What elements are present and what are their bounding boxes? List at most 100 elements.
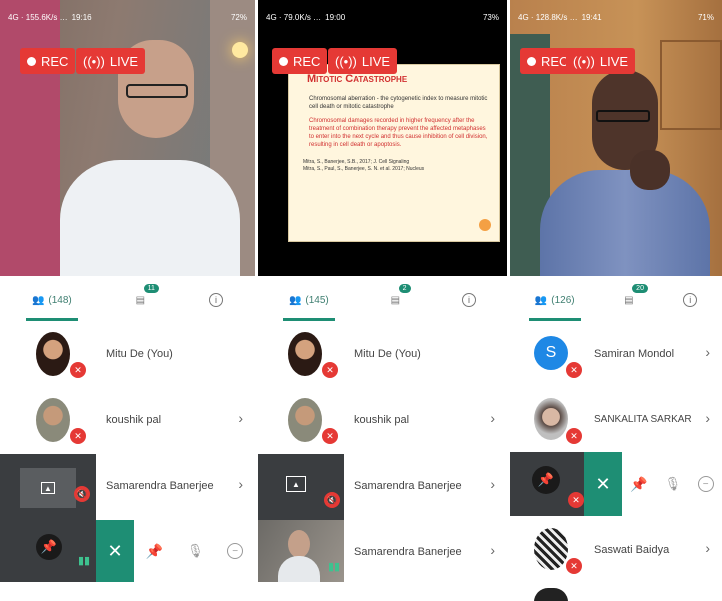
main-video	[0, 0, 255, 276]
glasses	[126, 84, 188, 98]
tab-info[interactable]: i	[456, 279, 482, 321]
screen-share-tile: ▲	[258, 454, 344, 520]
chevron-right-icon[interactable]: ›	[705, 344, 710, 360]
tab-participants[interactable]: 👥 (126)	[528, 279, 581, 321]
remove-button[interactable]: −	[227, 543, 244, 559]
slide-reference: Mitra, S., Paul, S., Banerjee, S. N. et …	[303, 166, 425, 172]
network-speed: 4G · 128.8K/s …	[518, 12, 578, 22]
tab-chat[interactable]: ▤ 11	[130, 279, 159, 321]
chevron-right-icon[interactable]: ›	[705, 410, 710, 426]
pin-icon[interactable]: 📌	[36, 534, 62, 560]
participant-name: Samiran Mondol	[594, 348, 675, 360]
live-icon: ((•))	[83, 53, 105, 69]
mic-off-icon: ✕	[70, 428, 86, 444]
chevron-right-icon[interactable]: ›	[238, 410, 243, 426]
mic-off-icon: ✕	[322, 428, 338, 444]
live-icon: ((•))	[335, 53, 357, 69]
rec-button[interactable]: REC	[20, 48, 76, 74]
chevron-right-icon[interactable]: ›	[490, 410, 495, 426]
remove-button[interactable]: −	[697, 476, 714, 492]
mic-off-icon: ✕	[568, 492, 584, 508]
mic-off-icon: ✕	[322, 362, 338, 378]
lamp-light	[232, 42, 248, 58]
rec-label: REC	[293, 53, 321, 69]
chevron-right-icon[interactable]: ›	[238, 476, 243, 492]
participant-actions: 📌 🎙 −	[622, 452, 722, 516]
tab-participants[interactable]: 👥 (148)	[25, 279, 78, 321]
participant-count: (145)	[305, 294, 329, 306]
network-speed: 4G · 79.0K/s …	[266, 12, 322, 22]
participant-row[interactable]: ✕ Saswati Baidya ›	[510, 518, 722, 584]
chat-badge: 20	[632, 284, 648, 293]
participant-row[interactable]: ✕ koushik pal ›	[0, 388, 255, 454]
pin-icon[interactable]: 📌	[532, 466, 560, 494]
mic-off-icon: ✕	[566, 428, 582, 444]
mute-button[interactable]: 🎙	[187, 543, 204, 559]
avatar-initial: S	[534, 336, 568, 370]
chevron-right-icon[interactable]: ›	[490, 476, 495, 492]
clock: 19:16	[71, 12, 92, 22]
participant-name: Mitu De (You)	[354, 348, 421, 360]
tab-info[interactable]: i	[203, 279, 229, 321]
status-bar: 4G · 128.8K/s … 19:41 71%	[510, 0, 722, 34]
live-button[interactable]: ((•)) LIVE	[328, 48, 398, 74]
avatar-letter: S	[545, 344, 557, 361]
live-button[interactable]: ((•)) LIVE	[76, 48, 146, 74]
speaker-hand	[630, 150, 670, 190]
speaker-off-icon: 🔇	[74, 486, 90, 502]
live-label: LIVE	[599, 53, 629, 69]
close-actions-button[interactable]: ✕	[584, 452, 622, 516]
participant-row[interactable]: ▮▮ Samarendra Banerjee ›	[258, 520, 507, 586]
pin-button[interactable]: 📌	[146, 543, 163, 560]
participant-name: Samarendra Banerjee	[106, 480, 214, 492]
chevron-right-icon[interactable]: ›	[490, 542, 495, 558]
screen-share-icon: ▲	[20, 468, 76, 508]
chat-badge: 11	[143, 284, 159, 293]
participant-name: Mitu De (You)	[106, 348, 173, 360]
status-bar: 4G · 79.0K/s … 19:00 73%	[258, 0, 507, 34]
slide-reference: Mitra, S., Banerjee, S.B., 2017; J. Cell…	[303, 159, 410, 165]
live-button[interactable]: ((•)) LIVE	[566, 48, 636, 74]
presentation-slide: Mitotic Catastrophe Chromosomal aberrati…	[288, 64, 500, 242]
record-dot-icon	[527, 56, 536, 66]
participant-row[interactable]: ✕ SANKALITA SARKAR ›	[510, 388, 722, 454]
clock: 19:00	[325, 12, 346, 22]
mute-button[interactable]: 🎙	[664, 476, 681, 492]
tab-info[interactable]: i	[677, 279, 703, 321]
avatar	[534, 398, 568, 440]
screen-1: 4G · 155.6K/s … 19:16 72% REC ((•)) LIVE …	[0, 0, 255, 601]
status-bar: 4G · 155.6K/s … 19:16 72%	[0, 0, 255, 34]
pin-button[interactable]: 📌	[630, 476, 647, 493]
participant-row[interactable]: ▲ 🔇 Samarendra Banerjee ›	[258, 454, 507, 520]
participant-name: Saswati Baidya	[594, 544, 670, 556]
chat-badge: 2	[398, 284, 411, 293]
tab-participants[interactable]: 👥 (145)	[282, 279, 335, 321]
participant-row[interactable]: ✕ Mitu De (You)	[0, 322, 255, 388]
chevron-right-icon[interactable]: ›	[705, 540, 710, 556]
participant-row[interactable]: ✕ Mitu De (You)	[258, 322, 507, 388]
record-dot-icon	[279, 56, 288, 66]
rec-button[interactable]: REC	[272, 48, 328, 74]
close-actions-button[interactable]: ✕	[96, 520, 134, 582]
close-icon: ✕	[595, 473, 611, 494]
tab-bar: 👥 (126) ▤ 20 i	[510, 279, 722, 321]
participant-row[interactable]: S ✕ Samiran Mondol ›	[510, 322, 722, 388]
screen-share-icon: ▲	[286, 476, 306, 492]
tab-chat[interactable]: ▤ 20	[618, 279, 648, 321]
chat-icon: ▤	[135, 294, 146, 306]
chat-icon: ▤	[390, 294, 401, 306]
clock: 19:41	[581, 12, 602, 22]
participant-name: koushik pal	[106, 414, 162, 426]
rec-label: REC	[541, 53, 569, 69]
participant-count: (126)	[551, 294, 575, 306]
info-icon: i	[683, 293, 698, 307]
tab-chat[interactable]: ▤ 2	[385, 279, 411, 321]
rec-label: REC	[41, 53, 69, 69]
avatar	[36, 398, 70, 442]
live-label: LIVE	[361, 53, 391, 69]
participant-row[interactable]: ▲ 🔇 Samarendra Banerjee ›	[0, 454, 255, 520]
record-dot-icon	[27, 56, 36, 66]
info-icon: i	[209, 293, 224, 307]
avatar	[534, 588, 568, 601]
participant-row[interactable]: ✕ koushik pal ›	[258, 388, 507, 454]
